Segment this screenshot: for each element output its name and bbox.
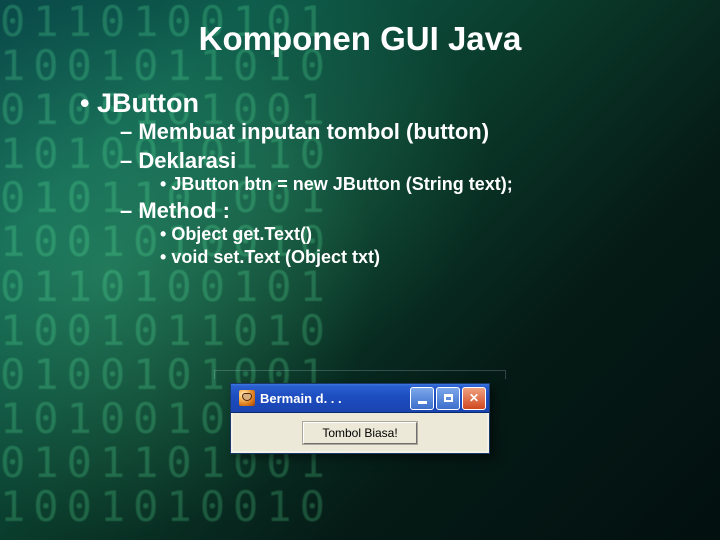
bullet-text: JButton bbox=[97, 88, 199, 118]
window-body: Tombol Biasa! bbox=[231, 413, 489, 453]
bullet-l2: Membuat inputan tombol (button) bbox=[120, 119, 670, 145]
bullet-text: Object get.Text() bbox=[171, 224, 312, 244]
faint-outline bbox=[214, 370, 506, 379]
bullet-l3: void set.Text (Object txt) bbox=[160, 247, 670, 268]
slide-title: Komponen GUI Java bbox=[50, 20, 670, 58]
bullet-text: Deklarasi bbox=[138, 148, 236, 173]
bullet-l2: Deklarasi JButton btn = new JButton (Str… bbox=[120, 148, 670, 195]
java-icon bbox=[239, 390, 255, 406]
slide: 0110100101 1001011010 0100101001 1010010… bbox=[0, 0, 720, 540]
maximize-icon bbox=[444, 394, 453, 402]
bullet-text: void set.Text (Object txt) bbox=[171, 247, 380, 267]
slide-content: Komponen GUI Java JButton Membuat inputa… bbox=[0, 0, 720, 540]
maximize-button[interactable] bbox=[436, 387, 460, 410]
bullet-text: Membuat inputan tombol (button) bbox=[138, 119, 489, 144]
bullet-text: JButton btn = new JButton (String text); bbox=[171, 174, 512, 194]
minimize-button[interactable] bbox=[410, 387, 434, 410]
minimize-icon bbox=[418, 401, 427, 404]
close-icon: ✕ bbox=[469, 391, 479, 405]
bullet-l3: Object get.Text() bbox=[160, 224, 670, 245]
bullet-l2: Method : Object get.Text() void set.Text… bbox=[120, 198, 670, 268]
bullet-text: Method : bbox=[138, 198, 230, 223]
window-title: Bermain d. . . bbox=[260, 391, 408, 406]
bullet-l1: JButton Membuat inputan tombol (button) … bbox=[80, 88, 670, 268]
java-window: Bermain d. . . ✕ Tombol Biasa! bbox=[230, 383, 490, 454]
bullet-l3: JButton btn = new JButton (String text); bbox=[160, 174, 670, 195]
jbutton-demo[interactable]: Tombol Biasa! bbox=[303, 422, 416, 444]
close-button[interactable]: ✕ bbox=[462, 387, 486, 410]
titlebar[interactable]: Bermain d. . . ✕ bbox=[231, 384, 489, 413]
